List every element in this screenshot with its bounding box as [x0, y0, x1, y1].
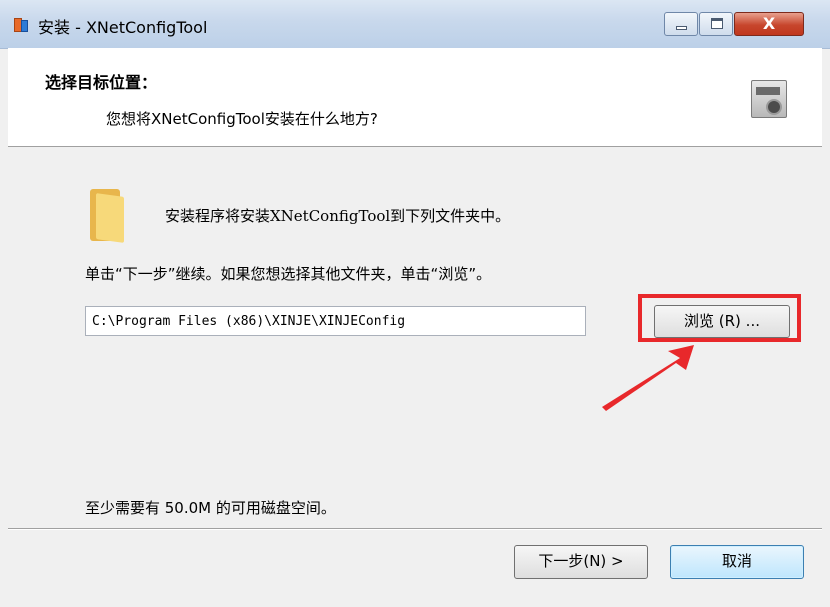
close-button[interactable]: X [734, 12, 804, 36]
page-subtitle: 您想将XNetConfigTool安装在什么地方? [106, 110, 378, 128]
window-title: 安装 - XNetConfigTool [38, 18, 208, 37]
setup-graphic-icon [751, 80, 787, 118]
close-icon: X [762, 14, 776, 33]
wizard-header: 选择目标位置： 您想将XNetConfigTool安装在什么地方? [8, 48, 822, 147]
arrow-annotation [602, 345, 694, 411]
maximize-button[interactable] [699, 12, 733, 36]
highlight-box [638, 294, 801, 342]
app-icon [14, 18, 28, 32]
cancel-button[interactable]: 取消 [670, 545, 804, 579]
minimize-button[interactable] [664, 12, 698, 36]
next-button[interactable]: 下一步(N) > [514, 545, 648, 579]
install-path-input[interactable] [85, 306, 586, 336]
disk-space-text: 至少需要有 50.0M 的可用磁盘空间。 [85, 499, 336, 517]
separator [8, 528, 822, 530]
maximize-icon [711, 18, 723, 29]
install-info-text: 安装程序将安装XNetConfigTool到下列文件夹中。 [165, 207, 511, 225]
page-title: 选择目标位置： [45, 73, 158, 92]
title-bar[interactable]: 安装 - XNetConfigTool X [0, 0, 830, 49]
instruction-text: 单击“下一步”继续。如果您想选择其他文件夹，单击“浏览”。 [85, 265, 492, 283]
folder-icon [90, 189, 124, 243]
minimize-icon [676, 26, 687, 30]
dialog-body: 选择目标位置： 您想将XNetConfigTool安装在什么地方? 安装程序将安… [8, 48, 822, 599]
